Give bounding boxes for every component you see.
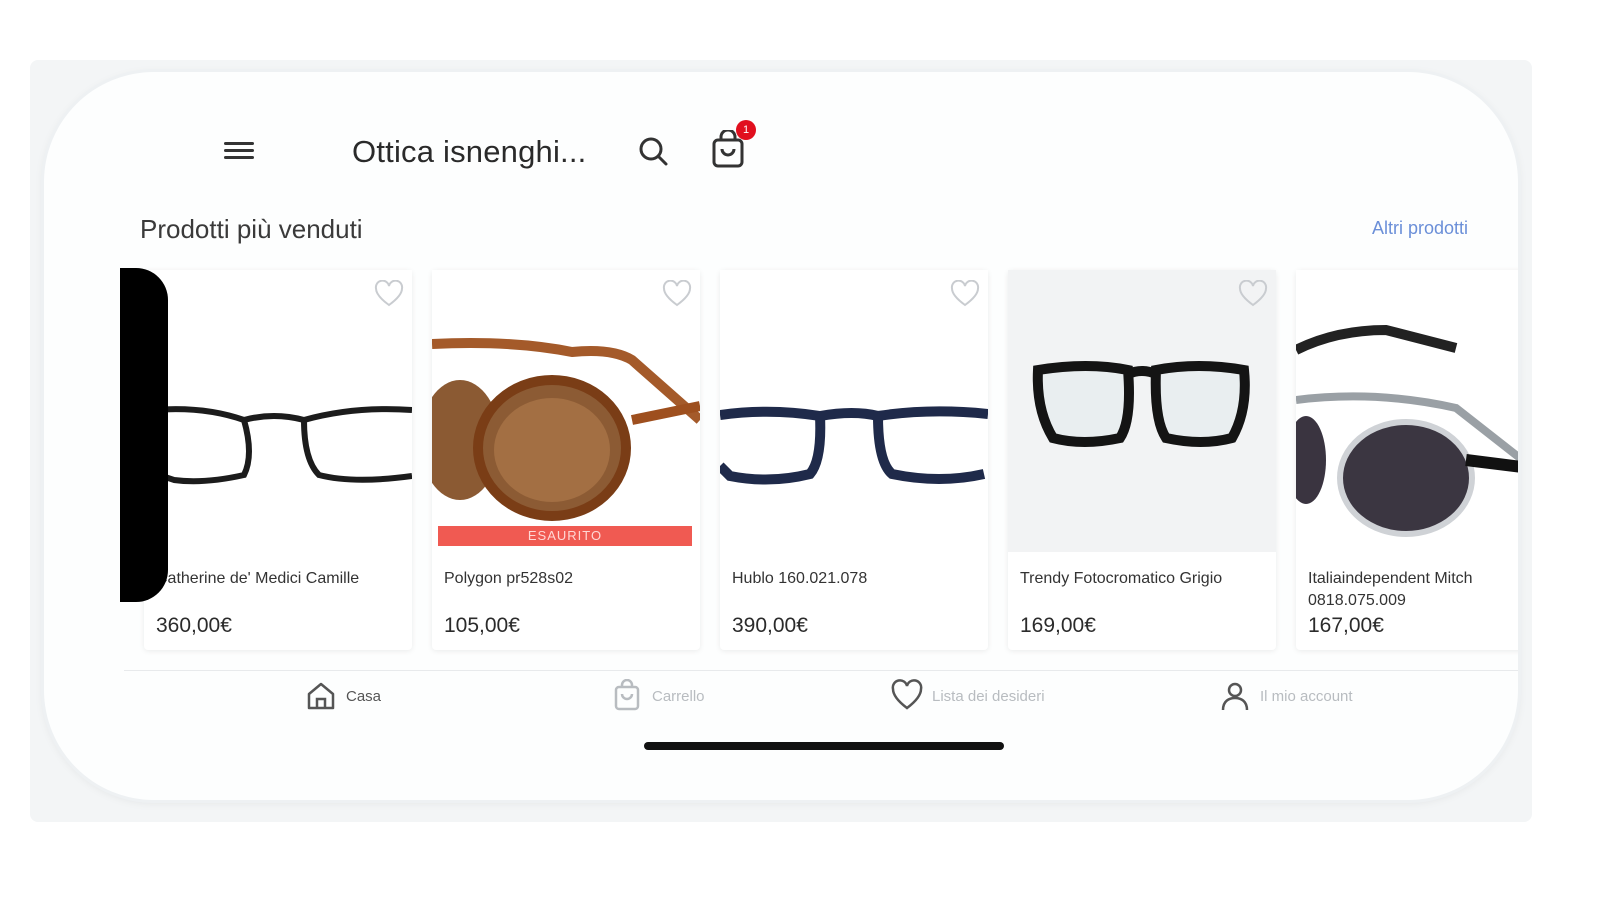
search-button[interactable] — [636, 134, 672, 170]
tab-account[interactable]: Il mio account — [1218, 678, 1353, 714]
user-icon — [1221, 682, 1249, 711]
tabbar-divider — [124, 670, 1518, 671]
cart-count-badge: 1 — [736, 120, 756, 140]
more-products-link[interactable]: Altri prodotti — [1372, 218, 1468, 239]
product-card[interactable]: ESAURITO Polygon pr528s02 105,00€ — [432, 270, 700, 650]
product-price: 169,00€ — [1020, 614, 1096, 637]
wishlist-heart-button[interactable] — [662, 279, 692, 308]
heart-icon — [374, 279, 404, 307]
tab-home-label: Casa — [346, 687, 382, 705]
tab-wishlist[interactable]: Lista dei desideri — [890, 678, 1045, 714]
tab-home[interactable]: Casa — [304, 678, 381, 714]
tab-cart-label: Carrello — [652, 687, 705, 705]
product-card[interactable]: Trendy Fotocromatico Grigio 169,00€ — [1008, 270, 1276, 650]
product-price: 360,00€ — [156, 614, 232, 637]
product-image — [144, 270, 412, 552]
tab-account-label: Il mio account — [1260, 687, 1353, 705]
menu-button[interactable] — [224, 138, 254, 166]
phone-frame: Ottica isnenghi... 1 Prodotti più vendut… — [44, 72, 1518, 800]
product-card[interactable]: Hublo 160.021.078 390,00€ — [720, 270, 988, 650]
product-price: 105,00€ — [444, 614, 520, 637]
search-icon — [639, 137, 668, 166]
sold-out-badge: ESAURITO — [438, 526, 692, 546]
product-price: 390,00€ — [732, 614, 808, 637]
side-overlay-tab[interactable] — [120, 268, 168, 602]
home-indicator[interactable] — [644, 742, 1004, 750]
wishlist-heart-button[interactable] — [1238, 279, 1268, 308]
heart-icon — [662, 279, 692, 307]
product-name: Italiaindependent Mitch 0818.075.009 — [1308, 570, 1473, 609]
heart-icon — [1238, 279, 1268, 307]
product-card[interactable]: Catherine de' Medici Camille 360,00€ — [144, 270, 412, 650]
product-carousel[interactable]: Catherine de' Medici Camille 360,00€ ESA… — [124, 262, 1518, 660]
shop-title: Ottica isnenghi... — [352, 134, 587, 169]
heart-icon — [950, 279, 980, 307]
tab-wishlist-label: Lista dei desideri — [932, 687, 1045, 705]
product-card[interactable]: Italiaindependent Mitch 0818.075.009 167… — [1296, 270, 1518, 650]
heart-icon — [891, 679, 923, 710]
app-screen: Ottica isnenghi... 1 Prodotti più vendut… — [84, 72, 1518, 800]
home-icon — [307, 682, 335, 710]
product-name: Trendy Fotocromatico Grigio — [1020, 570, 1223, 587]
bottom-tabbar: Casa Carrello Lista dei desideri Il mio … — [124, 674, 1518, 718]
product-image — [432, 270, 700, 552]
wishlist-heart-button[interactable] — [374, 279, 404, 308]
cart-icon — [614, 679, 640, 711]
tab-cart[interactable]: Carrello — [610, 678, 705, 714]
product-image — [720, 270, 988, 552]
product-name: Catherine de' Medici Camille — [156, 570, 360, 587]
product-name: Polygon pr528s02 — [444, 570, 573, 587]
product-name: Hublo 160.021.078 — [732, 570, 868, 587]
wishlist-heart-button[interactable] — [950, 279, 980, 308]
product-image — [1008, 270, 1276, 552]
hamburger-icon — [224, 142, 254, 145]
product-image — [1296, 270, 1518, 552]
product-price: 167,00€ — [1308, 614, 1384, 637]
section-title: Prodotti più venduti — [140, 214, 363, 244]
